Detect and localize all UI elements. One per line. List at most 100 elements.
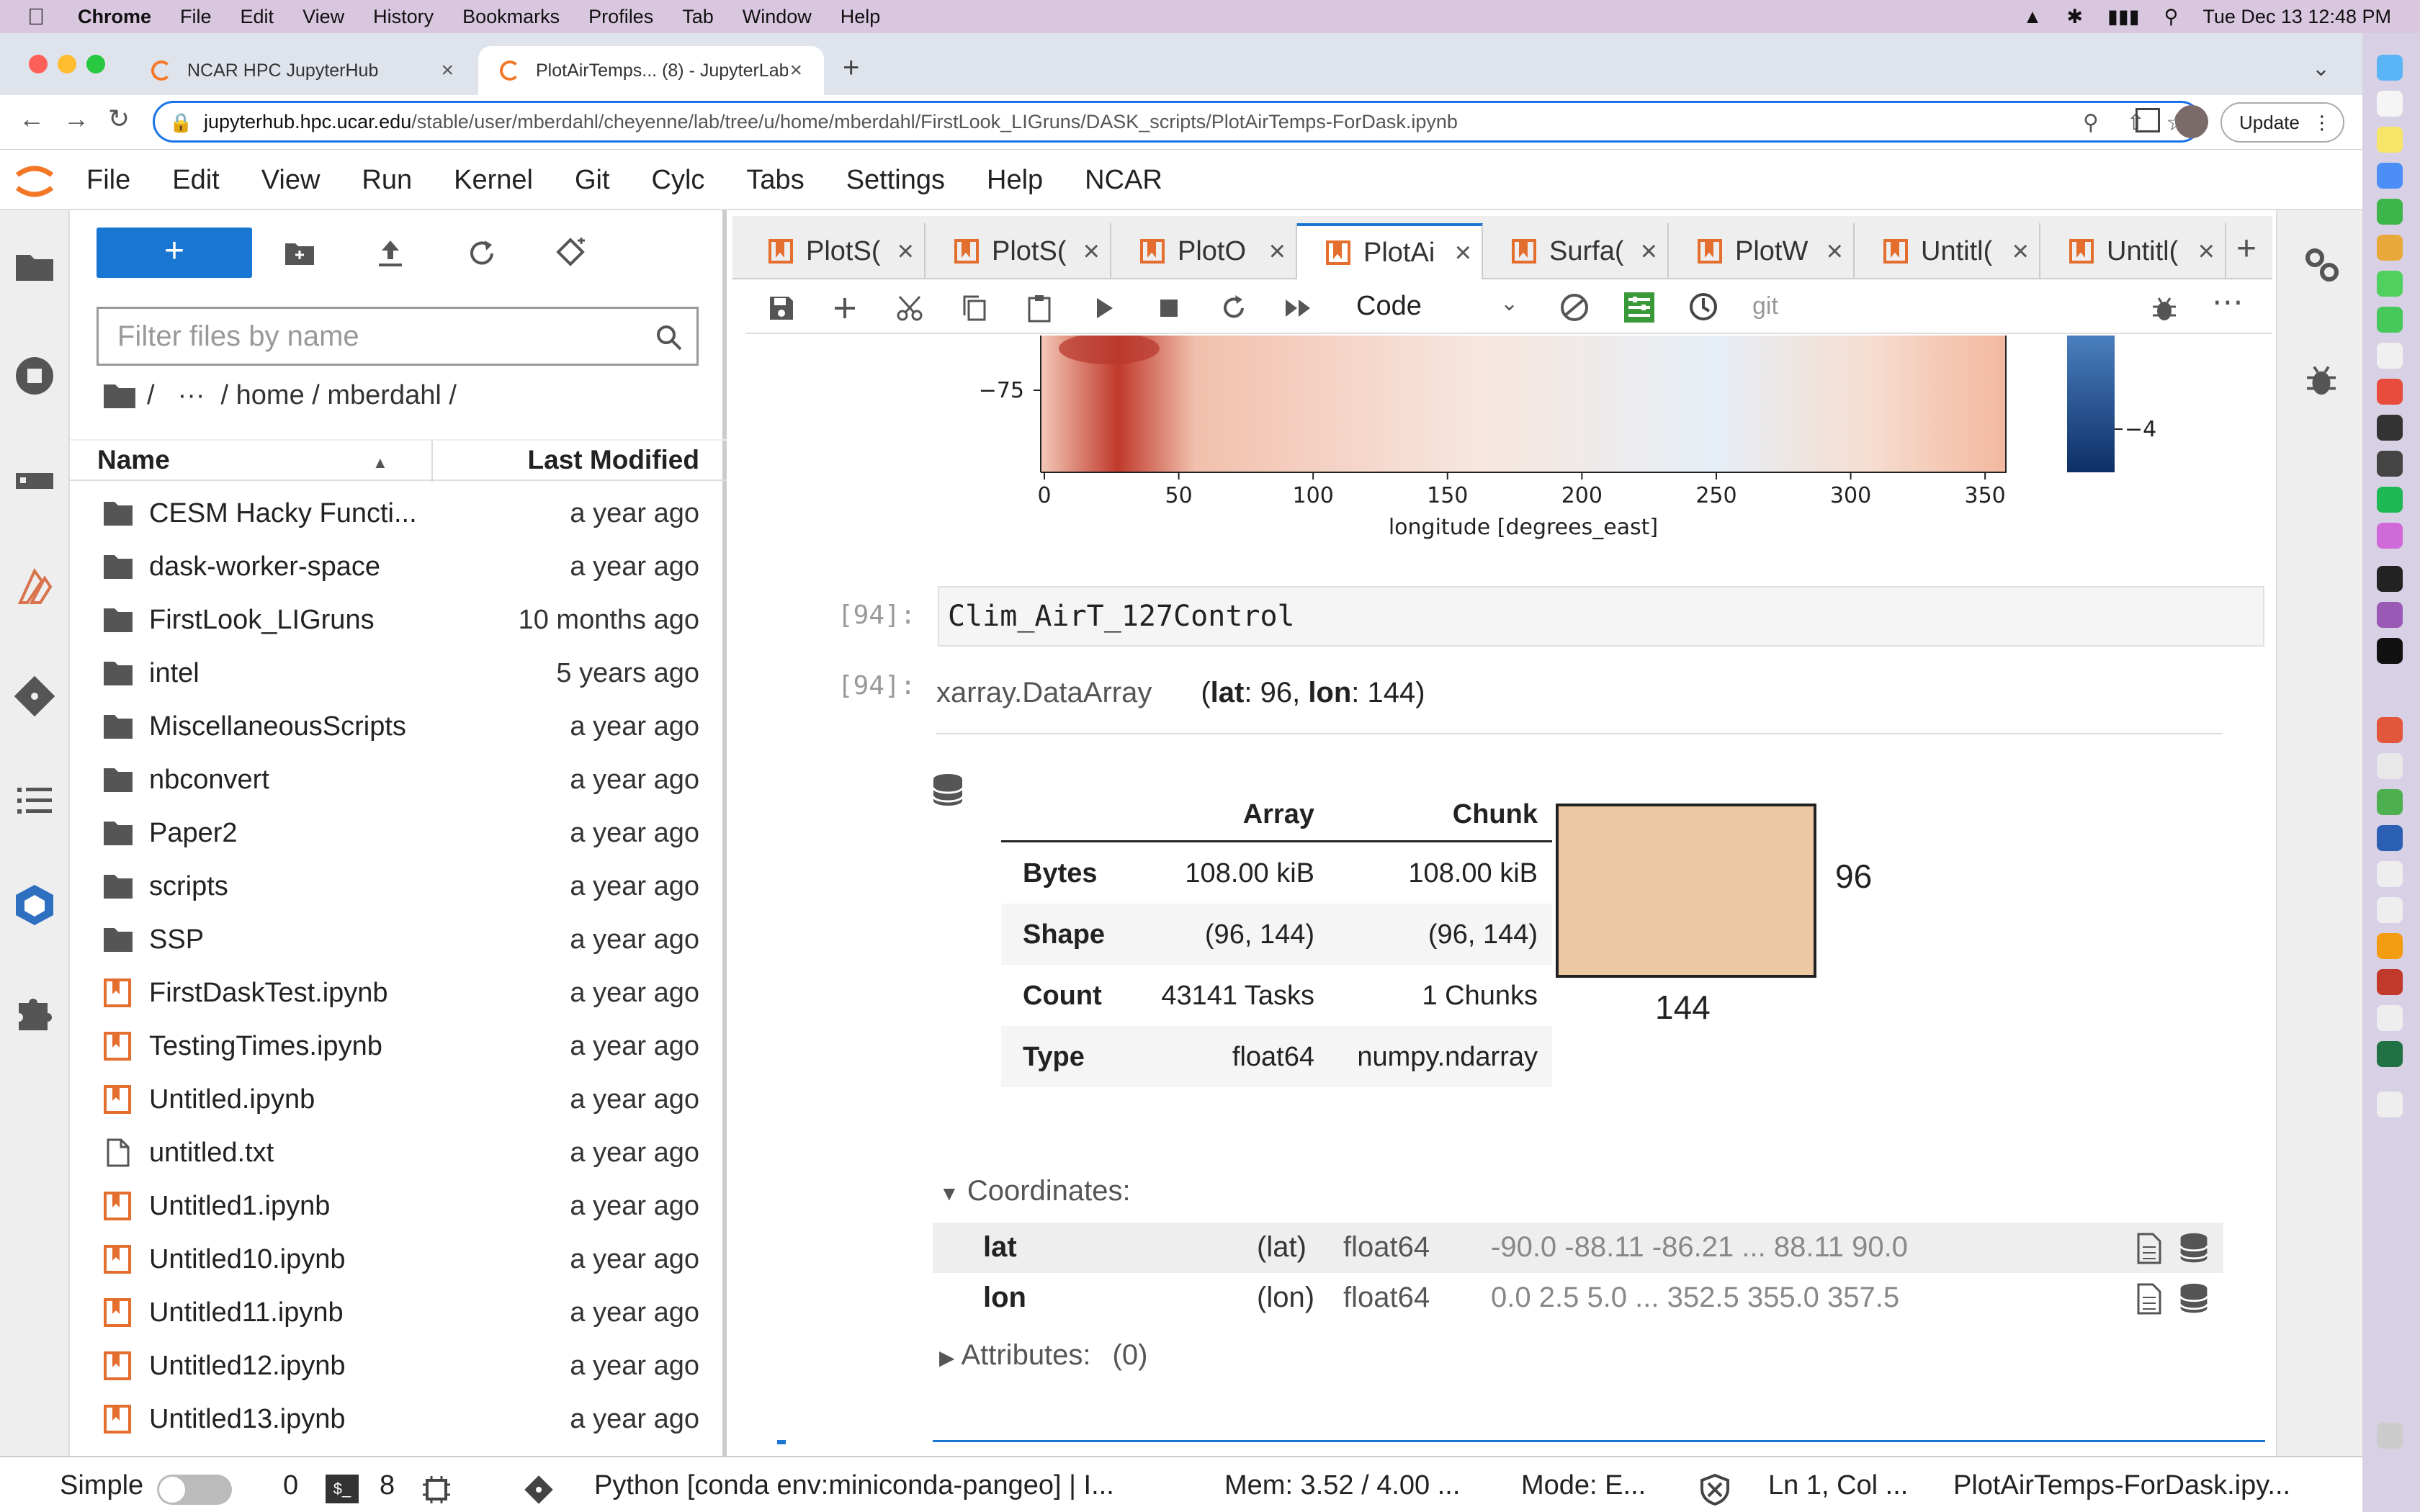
menubar-clock[interactable]: Tue Dec 13 12:48 PM bbox=[2202, 6, 2391, 28]
terminal-icon[interactable]: $_ bbox=[326, 1475, 359, 1503]
breadcrumb-path[interactable]: / home / mberdahl / bbox=[221, 380, 457, 411]
reload-icon[interactable]: ↻ bbox=[108, 104, 130, 134]
notebook-tab[interactable]: Untitl(× bbox=[1855, 223, 2040, 279]
notebook-tab[interactable]: Untitl(× bbox=[2040, 223, 2226, 279]
folder-icon[interactable] bbox=[102, 382, 137, 410]
run-icon[interactable] bbox=[1090, 294, 1119, 323]
address-bar[interactable]: 🔒 jupyterhub.hpc.ucar.edu/stable/user/mb… bbox=[153, 101, 2202, 143]
restart-icon[interactable] bbox=[1219, 294, 1248, 323]
vlc-icon[interactable] bbox=[2377, 933, 2403, 959]
spotify-icon[interactable] bbox=[2377, 487, 2403, 513]
menubar-help[interactable]: Help bbox=[841, 6, 881, 28]
trash-icon[interactable] bbox=[2377, 1423, 2403, 1449]
appstore-icon[interactable] bbox=[2377, 451, 2403, 477]
add-tab-button[interactable]: + bbox=[2236, 229, 2257, 269]
file-list-item[interactable]: Untitled.ipynb a year ago bbox=[70, 1073, 727, 1126]
new-launcher-button[interactable]: + bbox=[97, 228, 252, 278]
database-icon[interactable] bbox=[2177, 1282, 2210, 1316]
upload-icon[interactable] bbox=[375, 238, 406, 269]
file-list-item[interactable]: Untitled12.ipynb a year ago bbox=[70, 1339, 727, 1392]
powerpoint-icon[interactable] bbox=[2377, 717, 2403, 743]
debugger-bug-icon[interactable] bbox=[2150, 294, 2179, 323]
extension-hexagon-icon[interactable] bbox=[13, 883, 56, 927]
textedit-icon[interactable] bbox=[2377, 897, 2403, 923]
battery-icon[interactable]: ▮▮▮ bbox=[2107, 6, 2140, 28]
file-list-item[interactable]: CESM Hacky Functi... a year ago bbox=[70, 487, 727, 540]
terminals-count[interactable]: 0 bbox=[283, 1470, 298, 1501]
menubar-tab[interactable]: Tab bbox=[682, 6, 714, 28]
attributes-section-toggle[interactable]: ▶ Attributes: (0) bbox=[939, 1339, 1147, 1372]
cell-type-select[interactable]: Code ⌄ bbox=[1356, 291, 1518, 322]
bluetooth-icon[interactable]: ✱ bbox=[2066, 6, 2083, 28]
document-icon[interactable] bbox=[2377, 1092, 2403, 1117]
messages-icon[interactable] bbox=[2377, 271, 2403, 297]
tv-icon[interactable] bbox=[2377, 638, 2403, 664]
notebook-tab[interactable]: PlotS(× bbox=[740, 223, 926, 279]
close-icon[interactable]: × bbox=[1455, 237, 1471, 269]
kernel-chip-icon[interactable] bbox=[421, 1475, 452, 1505]
jmenu-kernel[interactable]: Kernel bbox=[454, 165, 533, 196]
jmenu-cylc[interactable]: Cylc bbox=[652, 165, 705, 196]
notebook-tab[interactable]: PlotAi × bbox=[1297, 223, 1483, 279]
menubar-app-name[interactable]: Chrome bbox=[78, 6, 151, 28]
jmenu-ncar[interactable]: NCAR bbox=[1085, 165, 1162, 196]
app-icon[interactable] bbox=[2377, 789, 2403, 815]
column-divider[interactable] bbox=[431, 441, 433, 482]
zoom-window-button[interactable] bbox=[86, 55, 105, 73]
folder-icon[interactable] bbox=[13, 245, 56, 288]
database-icon[interactable] bbox=[930, 772, 966, 809]
fast-forward-icon[interactable] bbox=[1284, 294, 1313, 323]
jmenu-view[interactable]: View bbox=[261, 165, 321, 196]
name-column-header[interactable]: Name bbox=[97, 445, 170, 475]
menubar-bookmarks[interactable]: Bookmarks bbox=[462, 6, 560, 28]
file-list-item[interactable]: FirstDaskTest.ipynb a year ago bbox=[70, 966, 727, 1020]
file-list-item[interactable]: SSP a year ago bbox=[70, 913, 727, 966]
puzzle-icon[interactable] bbox=[13, 990, 56, 1033]
music-icon[interactable] bbox=[2377, 379, 2403, 405]
kernel-name[interactable]: Python [conda env:miniconda-pangeo] | I.… bbox=[594, 1470, 1114, 1501]
coordinate-row[interactable]: lat (lat) float64 -90.0 -88.11 -86.21 ... 8… bbox=[933, 1223, 2223, 1273]
back-arrow-icon[interactable]: ← bbox=[19, 104, 45, 134]
file-list-item[interactable]: Paper2 a year ago bbox=[70, 806, 727, 860]
dask-icon[interactable] bbox=[13, 567, 56, 610]
jmenu-help[interactable]: Help bbox=[987, 165, 1043, 196]
cut-icon[interactable] bbox=[895, 294, 924, 323]
app-icon[interactable] bbox=[2377, 969, 2403, 995]
safari-icon[interactable] bbox=[2377, 163, 2403, 189]
property-inspector-icon[interactable] bbox=[13, 459, 56, 502]
shield-icon[interactable] bbox=[1698, 1473, 1731, 1506]
filter-files-input[interactable]: Filter files by name bbox=[97, 307, 699, 366]
insert-cell-icon[interactable] bbox=[830, 294, 859, 323]
stop-icon[interactable] bbox=[1155, 294, 1183, 323]
close-icon[interactable]: × bbox=[2198, 235, 2215, 268]
x11-icon[interactable] bbox=[2377, 861, 2403, 887]
settings-icon[interactable] bbox=[2377, 415, 2403, 441]
update-button[interactable]: Update ⋮ bbox=[2220, 102, 2344, 143]
copy-icon[interactable] bbox=[960, 294, 989, 323]
new-folder-icon[interactable] bbox=[284, 238, 315, 269]
zoom-icon[interactable]: ⚲ bbox=[2083, 110, 2099, 135]
code-cell-input[interactable]: Clim_AirT_127Control bbox=[938, 586, 2264, 647]
close-icon[interactable]: × bbox=[441, 58, 454, 83]
close-icon[interactable]: × bbox=[2012, 235, 2029, 268]
simple-mode-toggle[interactable] bbox=[157, 1475, 232, 1505]
file-list-item[interactable]: Untitled11.ipynb a year ago bbox=[70, 1286, 727, 1339]
word-icon[interactable] bbox=[2377, 825, 2403, 851]
apple-icon[interactable]:  bbox=[27, 4, 45, 30]
coordinates-section-toggle[interactable]: ▼ Coordinates: bbox=[939, 1175, 1131, 1207]
last-modified-column-header[interactable]: Last Modified bbox=[528, 445, 699, 475]
notes-icon[interactable] bbox=[2377, 127, 2403, 153]
file-list-item[interactable]: nbconvert a year ago bbox=[70, 753, 727, 806]
notebook-tab[interactable]: PlotO × bbox=[1111, 223, 1297, 279]
avatar[interactable] bbox=[2175, 105, 2208, 138]
new-tab-button[interactable]: + bbox=[843, 52, 859, 84]
menubar-profiles[interactable]: Profiles bbox=[588, 6, 653, 28]
save-icon[interactable] bbox=[767, 294, 796, 323]
paste-icon[interactable] bbox=[1025, 294, 1054, 323]
menubar-history[interactable]: History bbox=[373, 6, 434, 28]
close-icon[interactable]: × bbox=[1641, 235, 1657, 268]
reminders-icon[interactable] bbox=[2377, 343, 2403, 369]
jmenu-run[interactable]: Run bbox=[362, 165, 412, 196]
file-list-item[interactable]: Untitled10.ipynb a year ago bbox=[70, 1233, 727, 1286]
gear-icon[interactable] bbox=[2300, 243, 2342, 285]
